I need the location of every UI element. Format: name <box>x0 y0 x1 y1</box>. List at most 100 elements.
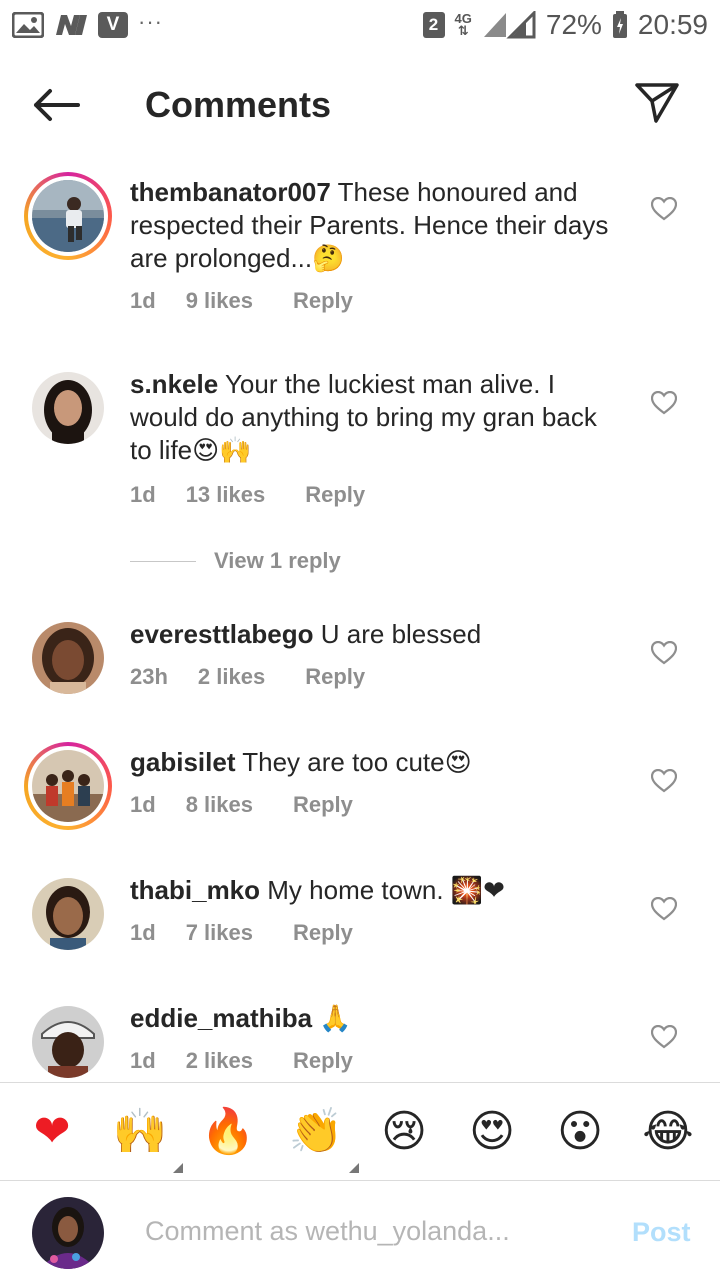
own-avatar <box>32 1197 104 1269</box>
header: Comments <box>0 58 720 153</box>
gallery-icon <box>12 11 44 39</box>
comment-age: 1d <box>130 1048 156 1073</box>
comment-meta: 1d 8 likes Reply <box>130 792 383 818</box>
comment-likes[interactable]: 7 likes <box>186 920 253 946</box>
like-button[interactable] <box>648 640 680 670</box>
emoji-raised-hands-button[interactable]: 🙌 <box>109 1101 183 1173</box>
comment-meta: 1d 9 likes Reply <box>130 288 383 314</box>
n-icon <box>54 11 88 39</box>
comment-likes[interactable]: 2 likes <box>198 664 265 690</box>
emoji-heart-button[interactable]: ❤ <box>21 1101 83 1163</box>
comment-username[interactable]: thabi_mko <box>130 875 260 905</box>
comment-username[interactable]: thembanator007 <box>130 177 331 207</box>
emoji-quick-bar: ❤ 🙌 🔥 👏 😢 😍 😮 😂 <box>0 1082 720 1180</box>
comment-body: They are too cute😍 <box>242 747 472 777</box>
heart-icon <box>650 1024 678 1054</box>
comment-age: 1d <box>130 920 156 945</box>
reply-button[interactable]: Reply <box>293 1048 353 1074</box>
avatar-wrap[interactable] <box>24 364 112 452</box>
comment-age: 1d <box>130 288 156 313</box>
comment-text: thembanator007 These honoured and respec… <box>130 176 620 275</box>
view-replies-label: View 1 reply <box>214 548 341 573</box>
v-icon: V <box>98 12 128 38</box>
emoji-wow-button[interactable]: 😮 <box>549 1101 611 1163</box>
reply-button[interactable]: Reply <box>293 792 353 818</box>
post-button[interactable]: Post <box>632 1217 691 1248</box>
share-button[interactable] <box>630 80 684 130</box>
avatar <box>32 622 104 694</box>
divider-line <box>130 560 196 562</box>
comment-username[interactable]: s.nkele <box>130 369 218 399</box>
avatar <box>32 372 104 444</box>
reply-button[interactable]: Reply <box>305 664 365 690</box>
avatar-story-ring[interactable] <box>24 742 112 830</box>
skin-tone-indicator <box>349 1162 359 1173</box>
comment-text: eddie_mathiba 🙏 <box>130 1002 620 1035</box>
reply-button[interactable]: Reply <box>305 482 365 508</box>
comment-likes[interactable]: 9 likes <box>186 288 253 314</box>
comment-age: 1d <box>130 482 156 507</box>
emoji-clap-button[interactable]: 👏 <box>285 1101 359 1173</box>
avatar <box>32 878 104 950</box>
reply-button[interactable]: Reply <box>293 288 353 314</box>
status-bar: V ··· 2 4G ⇅ 72% 20:59 <box>0 0 720 50</box>
heart-icon <box>650 196 678 226</box>
like-button[interactable] <box>648 196 680 226</box>
like-button[interactable] <box>648 896 680 926</box>
heart-icon <box>650 896 678 926</box>
comment-meta: 23h 2 likes Reply <box>130 664 395 690</box>
skin-tone-indicator <box>173 1162 183 1173</box>
reply-button[interactable]: Reply <box>293 920 353 946</box>
comment-text: thabi_mko My home town. 🎇❤ <box>130 874 620 907</box>
comment-input[interactable] <box>145 1211 605 1251</box>
comment-body: 🙏 <box>319 1003 352 1033</box>
page-title: Comments <box>145 84 332 125</box>
avatar <box>32 180 104 252</box>
comment-age: 1d <box>130 792 156 817</box>
comment-likes[interactable]: 2 likes <box>186 1048 253 1074</box>
arrow-left-icon <box>32 88 80 127</box>
comment-meta: 1d 2 likes Reply <box>130 1048 383 1074</box>
comment-likes[interactable]: 13 likes <box>186 482 266 508</box>
overflow-dots: ··· <box>138 9 163 34</box>
avatar <box>32 750 104 822</box>
comment-text: gabisilet They are too cute😍 <box>130 746 620 779</box>
comment-meta: 1d 7 likes Reply <box>130 920 383 946</box>
comment-username[interactable]: everesttlabego <box>130 619 314 649</box>
heart-icon <box>650 768 678 798</box>
emoji-heart-eyes-button[interactable]: 😍 <box>461 1101 523 1163</box>
avatar-wrap[interactable] <box>24 614 112 702</box>
comment-username[interactable]: gabisilet <box>130 747 235 777</box>
emoji-fire-button[interactable]: 🔥 <box>197 1101 259 1163</box>
like-button[interactable] <box>648 390 680 420</box>
comment-body: U are blessed <box>320 619 482 649</box>
comment-composer: Post <box>0 1180 720 1280</box>
network-type: 4G ⇅ <box>454 11 472 38</box>
emoji-crying-button[interactable]: 😢 <box>373 1101 435 1163</box>
comment-text: s.nkele Your the luckiest man alive. I w… <box>130 368 620 467</box>
comment-meta: 1d 13 likes Reply <box>130 482 395 508</box>
battery-percent: 72% <box>545 9 602 40</box>
view-replies-button[interactable]: View 1 reply <box>130 548 341 574</box>
like-button[interactable] <box>648 1024 680 1054</box>
comment-text: everesttlabego U are blessed <box>130 618 620 651</box>
avatar <box>32 1006 104 1078</box>
back-button[interactable] <box>30 86 82 128</box>
comment-likes[interactable]: 8 likes <box>186 792 253 818</box>
comment-age: 23h <box>130 664 168 689</box>
comment-username[interactable]: eddie_mathiba <box>130 1003 312 1033</box>
heart-icon <box>650 640 678 670</box>
clock: 20:59 <box>637 9 708 40</box>
signal-icon <box>482 11 536 39</box>
battery-icon <box>612 11 628 39</box>
avatar-wrap[interactable] <box>24 870 112 958</box>
avatar-wrap[interactable] <box>24 998 112 1086</box>
sim-icon: 2 <box>422 12 445 38</box>
emoji-laugh-button[interactable]: 😂 <box>637 1101 699 1163</box>
heart-icon <box>650 390 678 420</box>
like-button[interactable] <box>648 768 680 798</box>
avatar-story-ring[interactable] <box>24 172 112 260</box>
own-avatar-wrap <box>30 1195 106 1271</box>
send-icon <box>634 82 680 129</box>
comment-body: My home town. 🎇❤ <box>267 875 505 905</box>
